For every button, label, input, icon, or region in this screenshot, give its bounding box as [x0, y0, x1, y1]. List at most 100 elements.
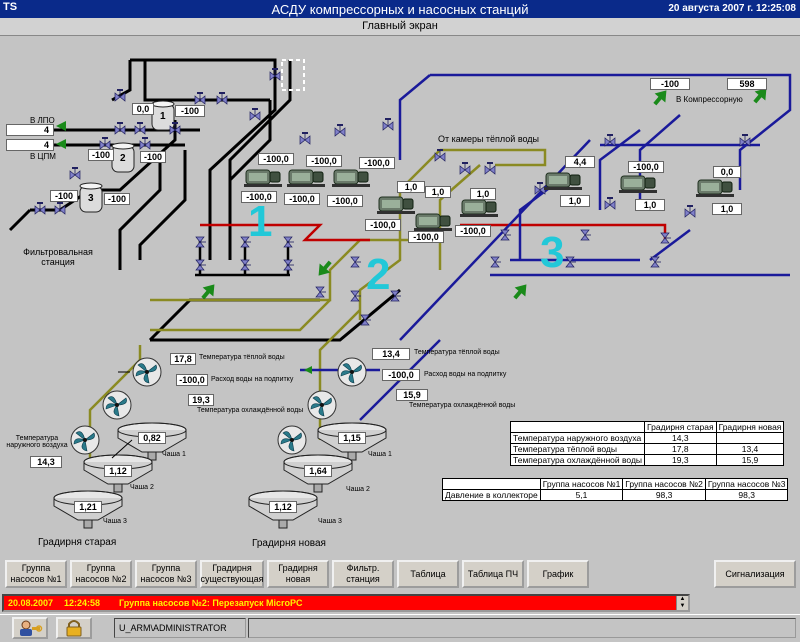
g2-value-5: -100,0 [408, 231, 444, 243]
old-warm-temp: 17,8 [170, 353, 196, 365]
old-bowl2-label: Чаша 2 [130, 484, 154, 491]
g2-value-2: 1,0 [425, 186, 451, 198]
old-bowl2-value: 1,12 [104, 465, 132, 477]
g3-value-1: 4,4 [565, 156, 595, 168]
from-chamber-label: От камеры тёплой воды [438, 134, 540, 144]
status-bar: U_ARM\ADMINISTRATOR [0, 614, 800, 640]
new-bowl1-label: Чаша 1 [368, 451, 392, 458]
table-row: Температура охлаждённой воды 19,3 15,9 [509, 454, 785, 466]
table-cell: 98,3 [704, 489, 789, 501]
status-panel [248, 618, 796, 638]
table-cell [715, 432, 785, 444]
alarm-scrollbar[interactable]: ▲ ▼ [676, 596, 688, 610]
tank2-number: 2 [120, 153, 126, 164]
chart-button[interactable]: График [527, 560, 589, 588]
g1-value-4: -100,0 [241, 191, 277, 203]
table-row: Градирня старая Градирня новая [509, 421, 785, 433]
table-pch-button[interactable]: Таблица ПЧ [462, 560, 524, 588]
cooling-table: Градирня старая Градирня новая Температу… [509, 421, 785, 466]
new-flow-label: Расход воды на подпитку [424, 371, 507, 378]
table-row: Группа насосов №1 Группа насосов №2 Груп… [442, 478, 789, 490]
new-bowl2-value: 1,64 [304, 465, 332, 477]
table-header: Градирня новая [715, 421, 785, 433]
new-cooled-temp: 15,9 [396, 389, 428, 401]
new-bowl1-value: 1,15 [338, 432, 366, 444]
tank1-number: 1 [160, 111, 166, 122]
alarm-button[interactable]: Сигнализация [714, 560, 796, 588]
g1-value-5: -100,0 [284, 193, 320, 205]
compressor-value-left: -100 [650, 78, 690, 90]
table-header [509, 421, 646, 433]
cooling-old-label: Градирня старая [38, 537, 117, 548]
g2-value-1: 1,0 [397, 181, 425, 193]
user-key-icon[interactable] [12, 617, 48, 639]
table-header: Градирня старая [644, 421, 717, 433]
table-header: Группа насосов №3 [704, 478, 789, 490]
tank2-level: -100 [88, 149, 114, 161]
table-cell: 14,3 [644, 432, 717, 444]
g1-value-3: -100,0 [359, 157, 395, 169]
g3-value-5: 1,0 [635, 199, 665, 211]
cooling-new-button[interactable]: Градирня новая [267, 560, 329, 588]
table-cell: Давление в коллекторе [442, 489, 541, 501]
tank1-pressure: -100 [175, 105, 205, 117]
lock-icon[interactable] [56, 617, 92, 639]
g3-value-2: -100,0 [628, 161, 664, 173]
group3-number: 3 [540, 228, 565, 277]
table-header: Группа насосов №1 [539, 478, 624, 490]
old-bowl3-label: Чаша 3 [103, 518, 127, 525]
alarm-message: Группа насосов №2: Перезапуск MicroPC [119, 598, 303, 608]
table-button[interactable]: Таблица [397, 560, 459, 588]
old-flow: -100,0 [176, 374, 208, 386]
alarm-line[interactable]: 20.08.2007 12:24:58 Группа насосов №2: П… [2, 594, 690, 612]
old-bowl1-value: 0,82 [138, 432, 166, 444]
table-cell: 15,9 [715, 454, 785, 466]
outdoor-temp: 14,3 [30, 456, 62, 468]
new-warm-temp: 13,4 [372, 348, 410, 360]
current-user: U_ARM\ADMINISTRATOR [114, 618, 246, 638]
compressor-value-right: 598 [727, 78, 767, 90]
new-warm-label: Температура тёплой воды [414, 349, 500, 356]
title-bar: TS АСДУ компрессорных и насосных станций… [0, 0, 800, 18]
group1-number: 1 [248, 197, 273, 246]
old-cooled-label: Температура охлаждённой воды [197, 407, 304, 414]
table-cell: 17,8 [644, 443, 717, 455]
old-warm-label: Температура тёплой воды [199, 354, 285, 361]
tank3-pressure: -100 [104, 193, 130, 205]
cpm-value: 4 [6, 139, 54, 151]
table-header: Группа насосов №2 [622, 478, 706, 490]
g3-value-4: 1,0 [560, 195, 590, 207]
pump-group-3-button[interactable]: Группа насосов №3 [135, 560, 197, 588]
new-bowl3-value: 1,12 [269, 501, 297, 513]
g2-value-3: 1,0 [470, 188, 496, 200]
table-row: Температура тёплой воды 17,8 13,4 [509, 443, 785, 455]
alarm-date: 20.08.2007 [8, 598, 54, 608]
g2-value-6: -100,0 [455, 225, 491, 237]
old-flow-label: Расход воды на подпитку [211, 376, 294, 383]
g1-value-2: -100,0 [306, 155, 342, 167]
screen-title: Главный экран [0, 18, 800, 36]
new-bowl2-label: Чаша 2 [346, 486, 370, 493]
table-cell: Температура тёплой воды [509, 443, 646, 455]
cpm-label: В ЦПМ [30, 152, 56, 161]
old-bowl3-value: 1,21 [74, 501, 102, 513]
g1-value-1: -100,0 [258, 153, 294, 165]
alarm-time: 12:24:58 [64, 598, 101, 608]
old-cooled-temp: 19,3 [188, 394, 214, 406]
tank1-level: 0,0 [132, 103, 154, 115]
table-row: Давление в коллекторе 5,1 98,3 98,3 [442, 489, 789, 501]
pump-group-2-button[interactable]: Группа насосов №2 [70, 560, 132, 588]
cooling-existing-button[interactable]: Градирня существующая [200, 560, 264, 588]
tank3-level: -100 [50, 190, 78, 202]
g3-value-3: 0,0 [713, 166, 741, 178]
table-cell: 5,1 [539, 489, 624, 501]
lpo-value: 4 [6, 124, 54, 136]
pressure-table: Группа насосов №1 Группа насосов №2 Груп… [442, 478, 789, 501]
datetime: 20 августа 2007 г. 12:25:08 [668, 3, 796, 14]
filter-station-button[interactable]: Фильтр. станция [332, 560, 394, 588]
to-compressor-label: В Компрессорную [676, 95, 743, 104]
new-bowl3-label: Чаша 3 [318, 518, 342, 525]
new-cooled-label: Температура охлаждённой воды [409, 402, 516, 409]
old-bowl1-label: Чаша 1 [162, 451, 186, 458]
pump-group-1-button[interactable]: Группа насосов №1 [5, 560, 67, 588]
